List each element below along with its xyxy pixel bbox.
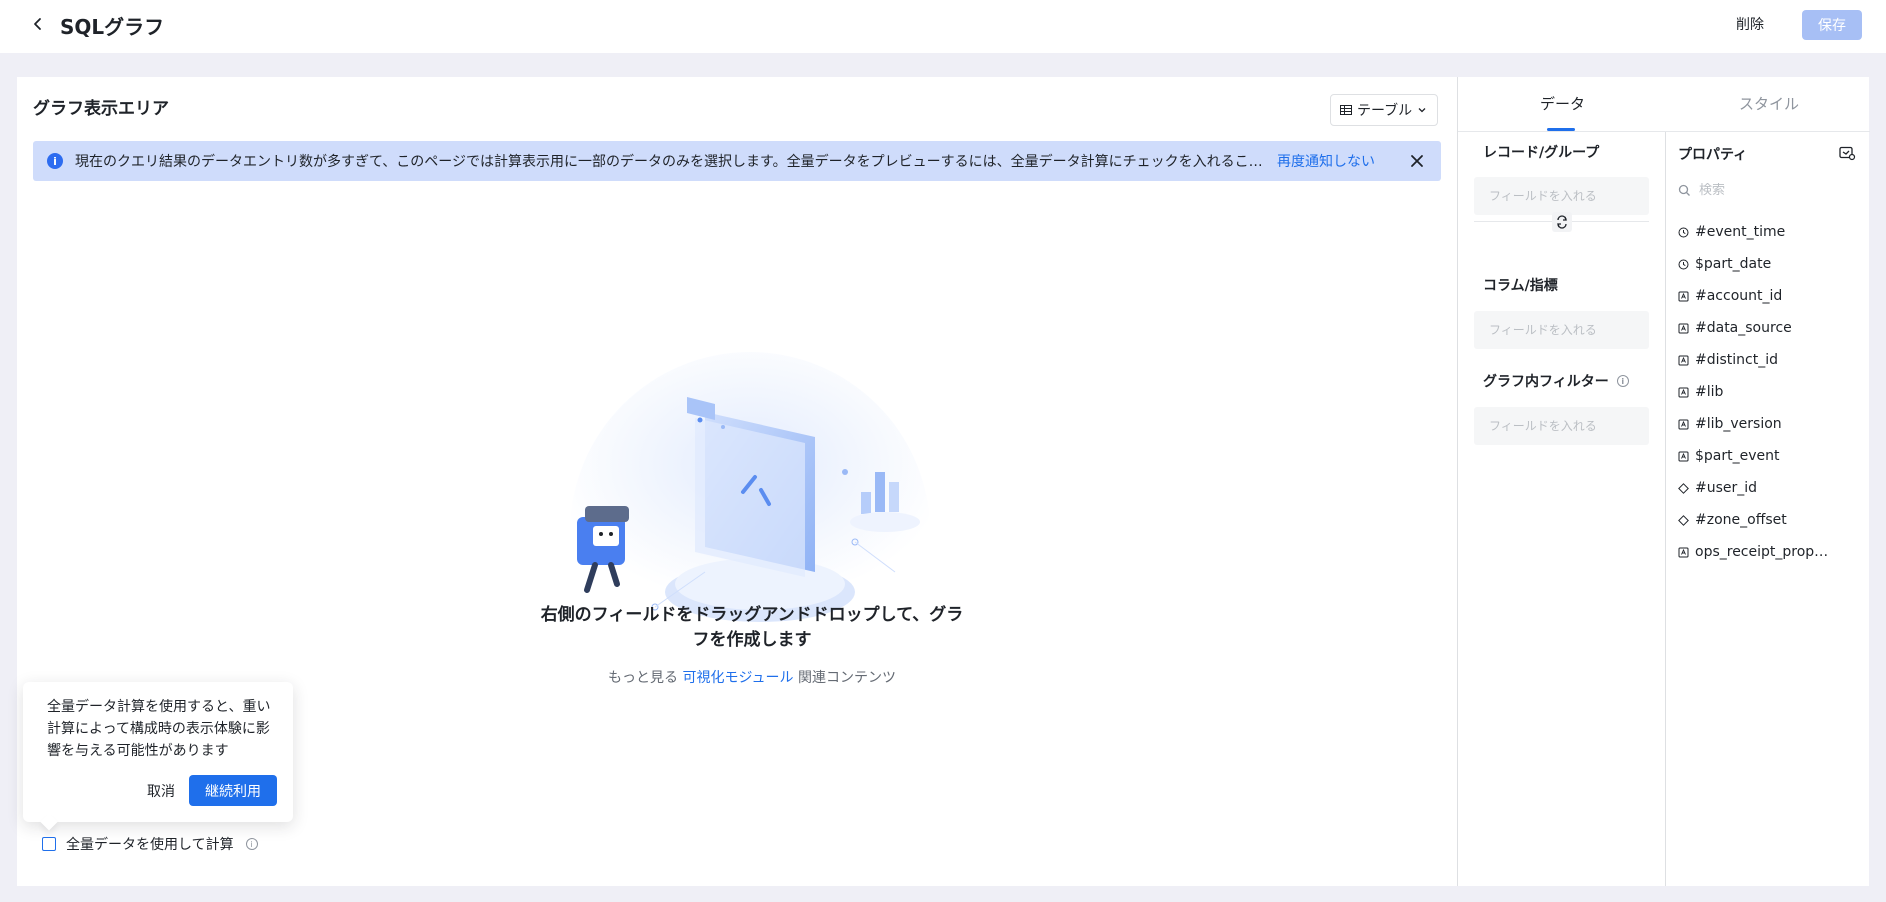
property-item-distinct-id[interactable]: #distinct_id bbox=[1678, 344, 1864, 376]
record-group-drop-zone[interactable]: フィールドを入れる bbox=[1474, 177, 1649, 215]
property-label: $part_date bbox=[1695, 256, 1772, 272]
info-icon: i bbox=[47, 153, 63, 169]
properties-column: プロパティ #event_time $part_date #account_id bbox=[1666, 132, 1870, 886]
property-label: #event_time bbox=[1695, 224, 1786, 240]
chart-filter-drop-zone[interactable]: フィールドを入れる bbox=[1474, 407, 1649, 445]
chart-area-title: グラフ表示エリア bbox=[33, 99, 169, 119]
property-item-part-event[interactable]: $part_event bbox=[1678, 440, 1864, 472]
config-tabs: データ スタイル bbox=[1458, 77, 1870, 132]
full-data-warning-popover: 全量データ計算を使用すると、重い計算によって構成時の表示体験に影響を与える可能性… bbox=[23, 682, 293, 822]
close-icon[interactable] bbox=[1409, 153, 1425, 169]
property-label: #account_id bbox=[1695, 288, 1783, 304]
tab-style[interactable]: スタイル bbox=[1739, 93, 1799, 114]
properties-search bbox=[1674, 178, 1854, 202]
number-type-icon bbox=[1678, 482, 1689, 494]
save-button[interactable]: 保存 bbox=[1802, 10, 1862, 40]
text-type-icon bbox=[1678, 547, 1689, 557]
clock-icon bbox=[1678, 259, 1689, 269]
property-label: #lib_version bbox=[1695, 416, 1782, 432]
property-item-lib[interactable]: #lib bbox=[1678, 376, 1864, 408]
text-type-icon bbox=[1678, 355, 1689, 365]
page-title: SQLグラフ bbox=[60, 15, 165, 39]
data-sampling-notice: i 現在のクエリ結果のデータエントリ数が多すぎて、このページでは計算表示用に一部… bbox=[33, 141, 1441, 181]
field-config-column: レコード/グループ フィールドを入れる コラム/指標 フィールドを入れる グラフ… bbox=[1458, 132, 1666, 886]
text-type-icon bbox=[1678, 291, 1689, 301]
chart-type-select[interactable]: テーブル bbox=[1330, 94, 1438, 126]
top-bar: SQLグラフ 削除 保存 bbox=[0, 0, 1886, 53]
property-item-part-date[interactable]: $part_date bbox=[1678, 248, 1864, 280]
delete-button[interactable]: 削除 bbox=[1728, 12, 1772, 38]
chart-filter-title: グラフ内フィルター i bbox=[1483, 371, 1629, 391]
table-icon bbox=[1340, 105, 1352, 115]
popover-text: 全量データ計算を使用すると、重い計算によって構成時の表示体験に影響を与える可能性… bbox=[47, 699, 271, 759]
text-type-icon bbox=[1678, 451, 1689, 461]
back-arrow-icon[interactable] bbox=[28, 14, 48, 34]
text-type-icon bbox=[1678, 323, 1689, 333]
properties-settings-icon[interactable] bbox=[1838, 144, 1856, 162]
property-item-account-id[interactable]: #account_id bbox=[1678, 280, 1864, 312]
empty-sub-prefix: もっと見る bbox=[608, 670, 679, 686]
full-data-checkbox[interactable] bbox=[42, 837, 56, 851]
properties-title: プロパティ bbox=[1678, 147, 1748, 163]
property-item-user-id[interactable]: #user_id bbox=[1678, 472, 1864, 504]
info-icon[interactable]: i bbox=[1616, 375, 1629, 387]
property-label: #user_id bbox=[1695, 480, 1758, 496]
property-label: ops_receipt_properties bbox=[1695, 544, 1835, 560]
full-data-calc-option: 全量データを使用して計算 i bbox=[42, 834, 258, 854]
record-group-title: レコード/グループ bbox=[1483, 145, 1600, 161]
text-type-icon bbox=[1678, 387, 1689, 397]
config-panel: データ スタイル レコード/グループ フィールドを入れる コラム/指標 フィール… bbox=[1457, 77, 1870, 886]
property-list: #event_time $part_date #account_id #data… bbox=[1678, 216, 1864, 568]
column-metric-drop-zone[interactable]: フィールドを入れる bbox=[1474, 311, 1649, 349]
property-label: $part_event bbox=[1695, 448, 1780, 464]
tab-data[interactable]: データ bbox=[1540, 93, 1585, 114]
number-type-icon bbox=[1678, 514, 1689, 526]
empty-sub-suffix: 関連コンテンツ bbox=[797, 670, 896, 686]
active-tab-indicator bbox=[1547, 128, 1575, 131]
info-icon[interactable]: i bbox=[245, 838, 258, 850]
chart-filter-label: グラフ内フィルター bbox=[1483, 374, 1609, 390]
empty-state-title: 右側のフィールドをドラッグアンドドロップして、グラフを作成します bbox=[540, 605, 964, 650]
full-data-label: 全量データを使用して計算 bbox=[66, 837, 234, 853]
properties-search-input[interactable] bbox=[1699, 182, 1849, 198]
dont-notify-again-link[interactable]: 再度通知しない bbox=[1277, 151, 1375, 171]
property-item-lib-version[interactable]: #lib_version bbox=[1678, 408, 1864, 440]
property-item-event-time[interactable]: #event_time bbox=[1678, 216, 1864, 248]
swap-axes-icon[interactable] bbox=[1552, 212, 1572, 232]
property-item-ops-receipt[interactable]: ops_receipt_properties bbox=[1678, 536, 1864, 568]
clock-icon bbox=[1678, 227, 1689, 237]
property-item-data-source[interactable]: #data_source bbox=[1678, 312, 1864, 344]
property-label: #distinct_id bbox=[1695, 352, 1779, 368]
property-item-zone-offset[interactable]: #zone_offset bbox=[1678, 504, 1864, 536]
property-label: #data_source bbox=[1695, 320, 1792, 336]
chart-type-label: テーブル bbox=[1357, 103, 1413, 119]
property-label: #lib bbox=[1695, 384, 1724, 400]
continue-button[interactable]: 継続利用 bbox=[189, 775, 277, 806]
chevron-down-icon bbox=[1418, 108, 1426, 113]
empty-state-subtitle: もっと見る 可視化モジュール 関連コンテンツ bbox=[537, 667, 967, 687]
text-type-icon bbox=[1678, 419, 1689, 429]
search-icon bbox=[1678, 184, 1690, 196]
visualization-module-link[interactable]: 可視化モジュール bbox=[682, 670, 793, 686]
property-label: #zone_offset bbox=[1695, 512, 1787, 528]
column-metric-title: コラム/指標 bbox=[1483, 278, 1558, 294]
notice-text: 現在のクエリ結果のデータエントリ数が多すぎて、このページでは計算表示用に一部のデ… bbox=[75, 154, 1263, 170]
cancel-button[interactable]: 取消 bbox=[137, 776, 185, 806]
